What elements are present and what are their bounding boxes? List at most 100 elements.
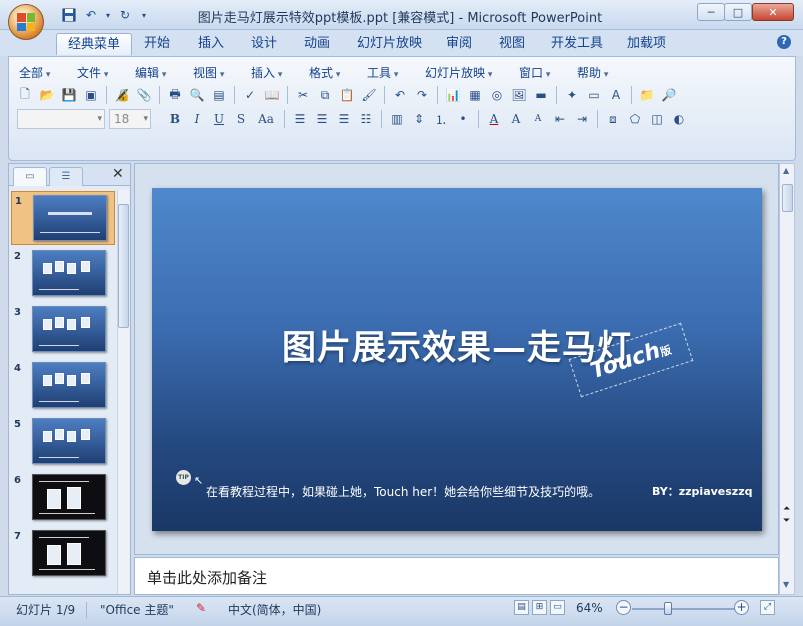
justify-icon[interactable]: ☷ — [356, 109, 376, 129]
shrink-font-button[interactable]: A — [528, 109, 548, 129]
scrollbar-thumb[interactable] — [118, 204, 129, 328]
research-icon[interactable]: 📖 — [262, 85, 282, 105]
redo-icon[interactable]: ↷ — [412, 85, 432, 105]
close-pane-icon[interactable]: ✕ — [112, 166, 124, 182]
tab-review[interactable]: 审阅 — [435, 33, 483, 55]
zoom-level[interactable]: 64% — [576, 601, 603, 615]
clipart-icon[interactable]: ◎ — [487, 85, 507, 105]
decrease-indent-icon[interactable]: ⇤ — [550, 109, 570, 129]
arrange-icon[interactable]: ⧈ — [603, 109, 623, 129]
shapes-icon[interactable]: ⬠ — [625, 109, 645, 129]
search-icon[interactable]: 🔎 — [659, 85, 679, 105]
italic-button[interactable]: I — [187, 109, 207, 129]
bold-button[interactable]: B — [165, 109, 185, 129]
help-icon[interactable]: ? — [777, 35, 791, 49]
language-indicator[interactable]: 中文(简体，中国) — [228, 601, 321, 618]
slide-thumbnail[interactable]: 1 — [11, 191, 115, 245]
tab-addins[interactable]: 加载项 — [616, 33, 677, 55]
zoom-in-icon[interactable]: + — [734, 600, 749, 615]
slide-thumbnail[interactable]: 2 — [11, 247, 115, 301]
open-icon[interactable]: 📂 — [37, 85, 57, 105]
new-icon[interactable]: 🗋 — [15, 85, 35, 105]
tab-insert[interactable]: 插入 — [187, 33, 235, 55]
menu-edit[interactable]: 编辑 — [135, 64, 166, 81]
spelling-icon[interactable]: ✓ — [240, 85, 260, 105]
menu-slideshow[interactable]: 幻灯片放映 — [425, 64, 492, 81]
new-slide-icon[interactable]: ✦ — [562, 85, 582, 105]
close-button[interactable]: ✕ — [752, 3, 794, 21]
print-icon[interactable]: 🖶 — [165, 85, 185, 105]
slide-canvas[interactable]: 图片展示效果—走马灯 Touch版 TIP ↖ 在看教程过程中，如果碰上她，To… — [152, 188, 762, 531]
tab-slides[interactable]: ▭ — [13, 167, 47, 186]
tab-classic-menu[interactable]: 经典菜单 — [56, 33, 133, 55]
tab-view[interactable]: 视图 — [488, 33, 536, 55]
tab-outline[interactable]: ☰ — [49, 167, 83, 186]
shadow-button[interactable]: S — [231, 109, 251, 129]
slide-thumbnail[interactable]: 3 — [11, 303, 115, 357]
tab-home[interactable]: 开始 — [133, 33, 181, 55]
menu-insert[interactable]: 插入 — [251, 64, 282, 81]
slide-thumbnail[interactable]: 6 — [11, 471, 115, 525]
paste-icon[interactable]: 📋 — [337, 85, 357, 105]
undo-dropdown-icon[interactable]: ▾ — [104, 6, 112, 24]
maximize-button[interactable]: □ — [724, 3, 752, 21]
shape-fill-icon[interactable]: ◐ — [669, 109, 689, 129]
color-grayscale-icon[interactable]: ▬ — [531, 85, 551, 105]
table-icon[interactable]: ▦ — [465, 85, 485, 105]
layout-icon[interactable]: ▭ — [584, 85, 604, 105]
slide-sorter-view-icon[interactable]: ⊞ — [532, 600, 547, 615]
undo-icon[interactable]: ↶ — [390, 85, 410, 105]
previous-slide-icon[interactable]: ⏶ — [783, 504, 790, 514]
menu-format[interactable]: 格式 — [309, 64, 340, 81]
slide-thumbnail[interactable]: 4 — [11, 359, 115, 413]
zoom-out-icon[interactable]: − — [616, 600, 631, 615]
scroll-down-icon[interactable]: ▼ — [783, 580, 789, 589]
menu-all[interactable]: 全部 — [19, 64, 50, 81]
chart-icon[interactable]: 📊 — [443, 85, 463, 105]
align-right-icon[interactable]: ☰ — [334, 109, 354, 129]
minimize-button[interactable]: ─ — [697, 3, 725, 21]
redo-icon[interactable]: ↻ — [116, 6, 134, 24]
zoom-slider[interactable] — [632, 602, 736, 615]
underline-button[interactable]: U — [209, 109, 229, 129]
fit-to-window-icon[interactable]: ⤢ — [760, 600, 775, 615]
menu-window[interactable]: 窗口 — [519, 64, 550, 81]
tab-developer[interactable]: 开发工具 — [540, 33, 614, 55]
tab-slideshow[interactable]: 幻灯片放映 — [346, 33, 433, 55]
numbering-icon[interactable]: ⒈ — [431, 109, 451, 129]
bullets-icon[interactable]: • — [453, 109, 473, 129]
notes-pane[interactable]: 单击此处添加备注 — [134, 557, 779, 595]
office-button[interactable] — [8, 4, 44, 40]
textbox-icon[interactable]: A — [606, 85, 626, 105]
quick-styles-icon[interactable]: ◫ — [647, 109, 667, 129]
print-preview-icon[interactable]: 🔍 — [187, 85, 207, 105]
byline-text[interactable]: BY：zzpiaveszzq — [652, 483, 752, 499]
increase-indent-icon[interactable]: ⇥ — [572, 109, 592, 129]
copy-icon[interactable]: ⧉ — [315, 85, 335, 105]
normal-view-icon[interactable]: ▤ — [514, 600, 529, 615]
customize-qat-icon[interactable]: ▾ — [138, 6, 150, 24]
next-slide-icon[interactable]: ⏷ — [783, 516, 790, 526]
theme-name[interactable]: "Office 主题" — [100, 601, 174, 618]
slide-thumbnail[interactable]: 5 — [11, 415, 115, 469]
notes-placeholder[interactable]: 单击此处添加备注 — [147, 567, 267, 588]
spelling-status-icon[interactable]: ✎ — [196, 601, 206, 615]
save-icon[interactable] — [60, 6, 78, 24]
cut-icon[interactable]: ✂ — [293, 85, 313, 105]
font-color-button[interactable]: A — [484, 109, 504, 129]
attach-icon[interactable]: 📎 — [134, 85, 154, 105]
font-size-combo[interactable]: 18 ▾ — [109, 109, 151, 129]
change-case-button[interactable]: Aa — [253, 109, 279, 129]
menu-tools[interactable]: 工具 — [367, 64, 398, 81]
menu-file[interactable]: 文件 — [77, 64, 108, 81]
page-setup-icon[interactable]: ▤ — [209, 85, 229, 105]
grow-font-button[interactable]: A — [506, 109, 526, 129]
slideshow-view-icon[interactable]: ▭ — [550, 600, 565, 615]
zoom-slider-knob[interactable] — [664, 602, 672, 615]
slide-area-scrollbar[interactable]: ▲ ⏶ ⏷ ▼ — [779, 163, 795, 595]
permission-icon[interactable]: 🔏 — [112, 85, 132, 105]
save-icon[interactable]: 💾 — [59, 85, 79, 105]
slide-thumbnail[interactable]: 7 — [11, 527, 115, 581]
menu-view[interactable]: 视图 — [193, 64, 224, 81]
line-spacing-icon[interactable]: ⇕ — [409, 109, 429, 129]
